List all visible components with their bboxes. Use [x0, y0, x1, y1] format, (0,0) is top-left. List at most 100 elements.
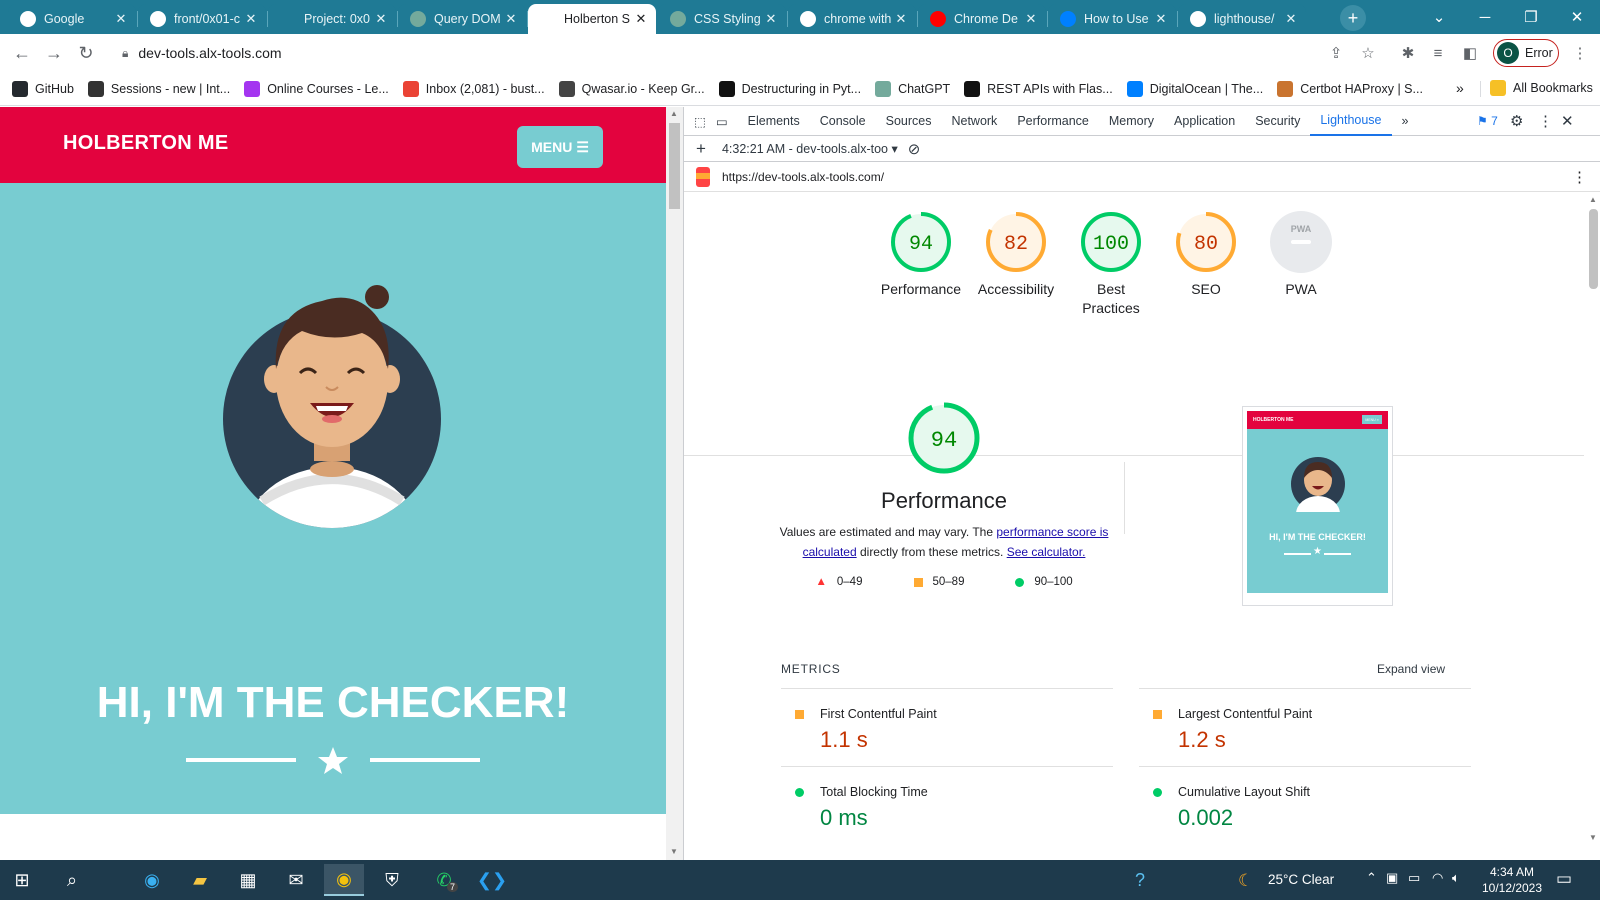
calculator-link[interactable]: See calculator. [1007, 545, 1086, 559]
devtools-tab-elements[interactable]: Elements [738, 107, 810, 136]
devtools-tab-lighthouse[interactable]: Lighthouse [1310, 107, 1392, 136]
help-icon[interactable]: ? [1120, 864, 1160, 896]
report-selector[interactable]: 4:32:21 AM - dev-tools.alx-too ▾ [722, 141, 898, 156]
close-tab-icon[interactable]: ✕ [1024, 11, 1038, 27]
search-icon[interactable]: ⌕ [52, 864, 92, 896]
profile-button[interactable]: O Error [1493, 39, 1559, 67]
device-toolbar-icon[interactable]: ▭ [716, 107, 738, 136]
report-menu-icon[interactable]: ⋮ [1572, 168, 1587, 186]
tab-search-icon[interactable]: ⌄ [1416, 0, 1462, 34]
bookmark-star-icon[interactable]: ☆ [1354, 39, 1382, 67]
share-icon[interactable]: ⇪ [1322, 39, 1350, 67]
reload-icon[interactable]: ↻ [70, 37, 102, 69]
close-tab-icon[interactable]: ✕ [374, 11, 388, 27]
bookmark-item[interactable]: Qwasar.io - Keep Gr... [558, 80, 705, 97]
devtools-tab-network[interactable]: Network [941, 107, 1007, 136]
all-bookmarks-button[interactable]: All Bookmarks [1490, 80, 1593, 96]
score-gauge-performance[interactable]: 94 Performance [871, 210, 971, 299]
browser-tab[interactable]: Holberton S ✕ [528, 4, 656, 34]
devtools-tab-security[interactable]: Security [1245, 107, 1310, 136]
close-tab-icon[interactable]: ✕ [894, 11, 908, 27]
browser-tab[interactable]: Project: 0x0 ✕ [268, 4, 398, 34]
clock[interactable]: 4:34 AM 10/12/2023 [1476, 864, 1548, 896]
devtools-tab-memory[interactable]: Memory [1099, 107, 1164, 136]
clear-reports-icon[interactable]: ⊘ [908, 140, 921, 158]
whatsapp-icon[interactable]: ✆ 7 [424, 864, 464, 896]
final-screenshot[interactable]: HOLBERTON ME MENU ≡ HI, I'M THE CHECKER!… [1242, 406, 1393, 606]
battery-icon[interactable]: ▭ [1408, 870, 1420, 886]
close-devtools-icon[interactable]: ✕ [1561, 112, 1574, 130]
browser-tab[interactable]: Google ✕ [8, 4, 138, 34]
bookmark-item[interactable]: Online Courses - Le... [244, 80, 389, 97]
browser-tab[interactable]: Chrome De ✕ [918, 4, 1048, 34]
bookmark-item[interactable]: Destructuring in Pyt... [718, 80, 861, 97]
bookmark-item[interactable]: Inbox (2,081) - bust... [402, 80, 545, 97]
devtools-tab-sources[interactable]: Sources [876, 107, 942, 136]
wifi-icon[interactable]: ◠ [1432, 870, 1443, 886]
devtools-menu-icon[interactable]: ⋮ [1538, 112, 1553, 130]
minimize-icon[interactable]: ─ [1462, 0, 1508, 34]
close-tab-icon[interactable]: ✕ [634, 11, 648, 27]
file-explorer-icon[interactable]: ▰ [180, 864, 220, 896]
new-tab-button[interactable]: + [1340, 5, 1366, 31]
settings-gear-icon[interactable]: ⚙ [1510, 112, 1523, 130]
close-tab-icon[interactable]: ✕ [244, 11, 258, 27]
vscode-icon[interactable]: ❮❯ [472, 864, 512, 896]
devtools-tab-console[interactable]: Console [810, 107, 876, 136]
close-tab-icon[interactable]: ✕ [1154, 11, 1168, 27]
expand-view-button[interactable]: Expand view [1377, 662, 1445, 676]
devtools-scrollbar[interactable]: ▲ ▼ [1586, 193, 1600, 860]
browser-tab[interactable]: Query DOM ✕ [398, 4, 528, 34]
close-window-icon[interactable]: ✕ [1554, 0, 1600, 34]
tray-overflow-icon[interactable]: ⌃ [1366, 870, 1377, 886]
notifications-icon[interactable]: ▭ [1556, 869, 1572, 889]
address-bar[interactable]: 🔒︎ dev-tools.alx-tools.com [110, 37, 1290, 69]
side-panel-icon[interactable]: ◧ [1456, 39, 1484, 67]
bookmark-item[interactable]: Sessions - new | Int... [87, 80, 230, 97]
reading-list-icon[interactable]: ≡ [1424, 39, 1452, 67]
windows-start-icon[interactable]: ⊞ [2, 864, 42, 896]
browser-tab[interactable]: CSS Styling ✕ [658, 4, 788, 34]
browser-tab[interactable]: chrome with ✕ [788, 4, 918, 34]
volume-icon[interactable]: 🔈︎ [1452, 870, 1460, 886]
menu-button[interactable]: MENU ☰ [517, 126, 603, 168]
close-tab-icon[interactable]: ✕ [1284, 11, 1298, 27]
site-brand[interactable]: HOLBERTON ME [63, 132, 228, 155]
close-tab-icon[interactable]: ✕ [764, 11, 778, 27]
inspect-element-icon[interactable]: ⬚ [684, 107, 716, 136]
edge-icon[interactable]: ◉ [132, 864, 172, 896]
browser-tab[interactable]: How to Use ✕ [1048, 4, 1178, 34]
close-tab-icon[interactable]: ✕ [114, 11, 128, 27]
browser-tab[interactable]: lighthouse/ ✕ [1178, 4, 1306, 34]
bookmark-item[interactable]: Certbot HAProxy | S... [1277, 80, 1423, 97]
bookmarks-overflow-button[interactable]: » [1456, 80, 1464, 96]
score-gauge-best-practices[interactable]: 100 Best Practices [1061, 210, 1161, 318]
forward-icon[interactable]: → [38, 37, 70, 69]
extensions-icon[interactable]: ✱ [1394, 39, 1422, 67]
score-gauge-accessibility[interactable]: 82 Accessibility [966, 210, 1066, 299]
page-scrollbar[interactable]: ▲ ▼ [666, 107, 683, 860]
score-gauge-seo[interactable]: 80 SEO [1156, 210, 1256, 299]
score-gauge-pwa[interactable]: PWA PWA [1251, 210, 1351, 299]
mail-icon[interactable]: ✉ [276, 864, 316, 896]
close-tab-icon[interactable]: ✕ [504, 11, 518, 27]
bookmark-item[interactable]: REST APIs with Flas... [964, 80, 1113, 97]
bookmark-item[interactable]: GitHub [12, 80, 74, 97]
tray-device-icon[interactable]: ▣ [1386, 870, 1398, 886]
new-report-icon[interactable]: + [696, 139, 706, 159]
report-url[interactable]: https://dev-tools.alx-tools.com/ [722, 170, 884, 184]
bookmark-item[interactable]: DigitalOcean | The... [1126, 80, 1263, 97]
more-tabs-icon[interactable]: » [1392, 107, 1419, 136]
security-shield-icon[interactable]: ⛨ [372, 864, 412, 896]
devtools-tab-application[interactable]: Application [1164, 107, 1245, 136]
browser-tab[interactable]: front/0x01-c ✕ [138, 4, 268, 34]
weather-text[interactable]: 25°C Clear [1268, 872, 1334, 887]
back-icon[interactable]: ← [6, 37, 38, 69]
store-icon[interactable]: ▦ [228, 864, 268, 896]
chrome-menu-icon[interactable]: ⋮ [1566, 39, 1594, 67]
restore-icon[interactable]: ❐ [1508, 0, 1554, 34]
bookmark-item[interactable]: ChatGPT [875, 80, 950, 97]
devtools-tab-performance[interactable]: Performance [1007, 107, 1099, 136]
chrome-icon[interactable]: ◉ [324, 864, 364, 896]
issues-counter[interactable]: ⚑ 7 [1477, 114, 1498, 128]
